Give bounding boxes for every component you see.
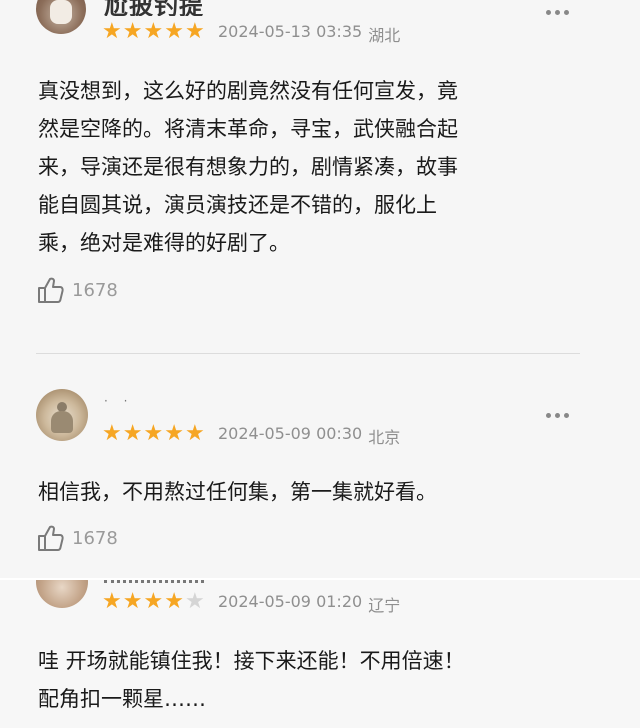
username-mask: · · — [104, 394, 134, 408]
star-icon: ★ — [143, 589, 164, 614]
comment-location: 湖北 — [368, 26, 401, 45]
avatar[interactable] — [36, 580, 88, 608]
rating-stars: ★ ★ ★ ★ ★ — [102, 21, 205, 43]
star-icon: ★ — [184, 421, 205, 446]
rating-stars: ★ ★ ★ ★ ★ — [102, 591, 205, 613]
comment-text: 哇 开场就能镇住我！接下来还能！不用倍速！ 配角扣一颗星…… — [38, 642, 465, 718]
username[interactable]: 尬披钓提 — [104, 0, 204, 16]
comment-date: 2024-05-09 00:30 — [218, 424, 363, 443]
divider — [36, 353, 580, 354]
comment-text-line: 来，导演还是很有想象力的，剧情紧凑，故事 — [38, 155, 458, 179]
star-icon: ★ — [102, 421, 122, 446]
comment-date: 2024-05-13 03:35 — [218, 22, 363, 41]
comment-meta: 2024-05-13 03:35 湖北 — [218, 22, 400, 46]
star-icon: ★ — [102, 589, 122, 614]
star-icon: ★ — [164, 19, 184, 44]
star-icon: ★ — [122, 19, 143, 44]
comment-meta: 2024-05-09 01:20 辽宁 — [218, 592, 400, 616]
star-icon: ★ — [164, 589, 184, 614]
star-icon: ★ — [164, 421, 184, 446]
more-dots-icon[interactable] — [543, 405, 571, 425]
comment-text-line: 配角扣一颗星…… — [38, 687, 206, 711]
rating-stars: ★ ★ ★ ★ ★ — [102, 423, 205, 445]
star-icon: ★ — [184, 19, 205, 44]
comment-text-line: 然是空降的。将清末革命，寻宝，武侠融合起 — [38, 117, 458, 141]
comment-meta: 2024-05-09 00:30 北京 — [218, 424, 400, 448]
star-icon: ★ — [184, 589, 205, 614]
comment-text: 真没想到，这么好的剧竟然没有任何宣发，竟 然是空降的。将清末革命，寻宝，武侠融合… — [38, 72, 458, 262]
more-dots-icon[interactable] — [543, 2, 571, 22]
comment-text-line: 乘，绝对是难得的好剧了。 — [38, 231, 290, 255]
like-button[interactable]: 1678 — [36, 275, 118, 305]
comment-text-line: 相信我，不用熬过任何集，第一集就好看。 — [38, 480, 437, 504]
comment-text-line: 真没想到，这么好的剧竟然没有任何宣发，竟 — [38, 79, 458, 103]
comment-location: 北京 — [368, 428, 401, 447]
star-icon: ★ — [102, 19, 122, 44]
thumb-up-icon — [38, 525, 64, 551]
comment-panel: 尬披钓提 ★ ★ ★ ★ ★ 2024-05-13 03:35 湖北 真没想到，… — [0, 0, 640, 580]
star-icon: ★ — [143, 421, 164, 446]
like-count: 1678 — [72, 527, 118, 549]
comment-text-line: 哇 开场就能镇住我！接下来还能！不用倍速！ — [38, 649, 465, 673]
like-button[interactable]: 1678 — [36, 523, 118, 553]
comment-date: 2024-05-09 01:20 — [218, 592, 363, 611]
comment-panel: ★ ★ ★ ★ ★ 2024-05-09 01:20 辽宁 哇 开场就能镇住我！… — [0, 580, 640, 728]
like-count: 1678 — [72, 279, 118, 301]
star-icon: ★ — [122, 589, 143, 614]
star-icon: ★ — [143, 19, 164, 44]
avatar[interactable] — [36, 389, 88, 441]
star-icon: ★ — [122, 421, 143, 446]
comment-location: 辽宁 — [368, 596, 401, 615]
comment-text: 相信我，不用熬过任何集，第一集就好看。 — [38, 473, 437, 511]
thumb-up-icon — [38, 277, 64, 303]
avatar[interactable] — [36, 0, 86, 34]
comment-text-line: 能自圆其说，演员演技还是不错的，服化上 — [38, 193, 437, 217]
